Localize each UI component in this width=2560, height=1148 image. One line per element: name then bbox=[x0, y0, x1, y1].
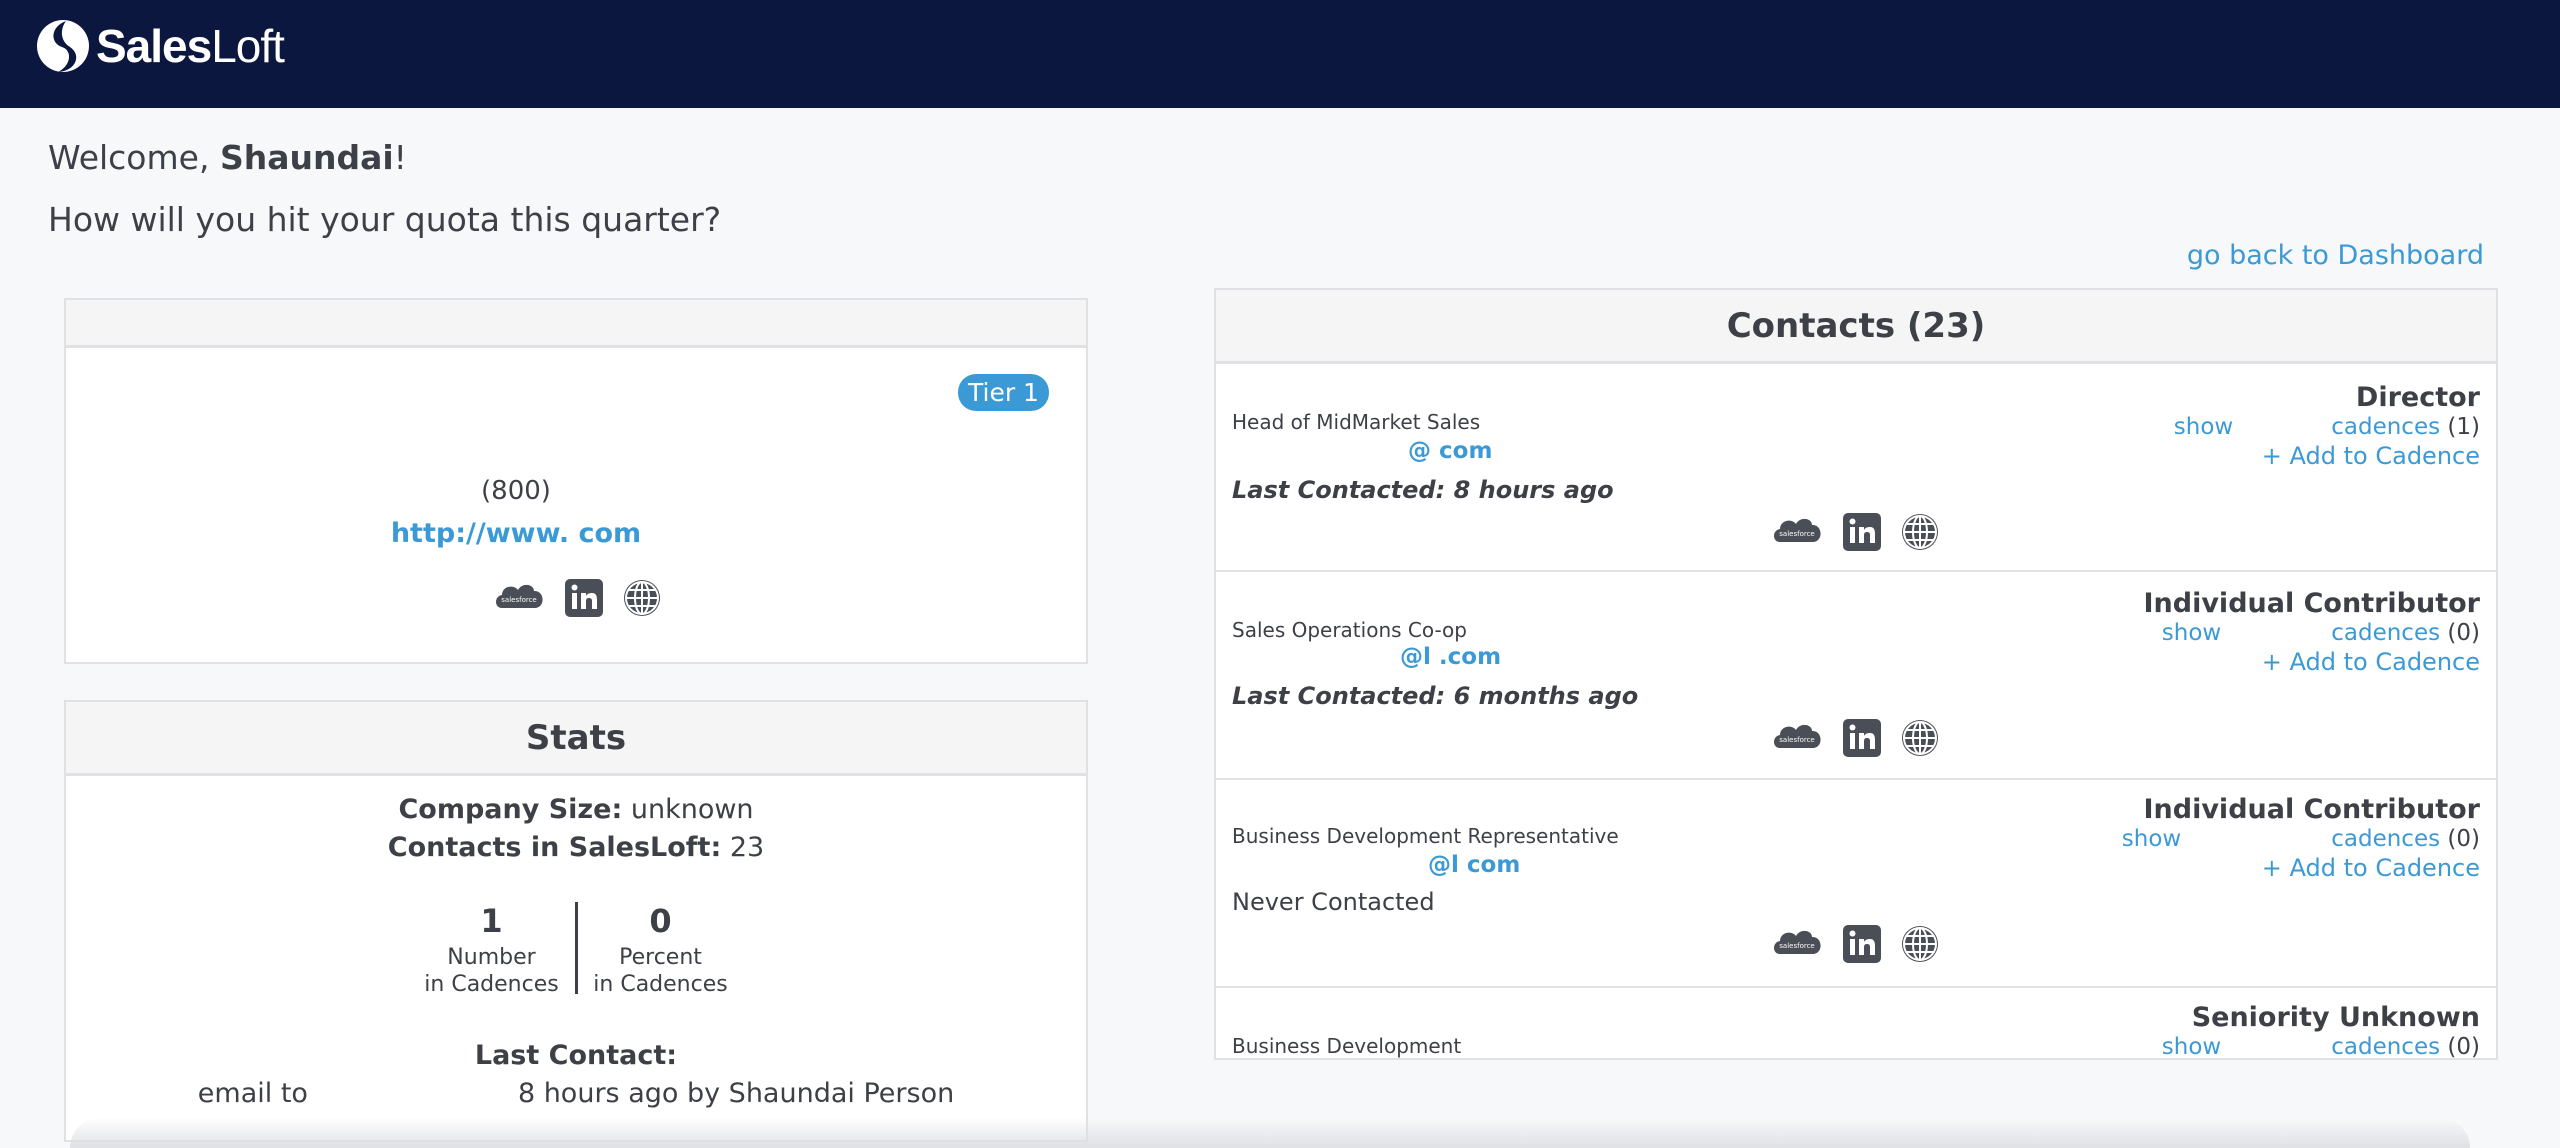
company-size-row: Company Size: unknown bbox=[398, 794, 754, 825]
globe-icon[interactable] bbox=[620, 576, 664, 620]
add-to-cadence-link[interactable]: + Add to Cadence bbox=[2262, 442, 2480, 470]
account-panel: Tier 1 (800) http://www. com salesforce bbox=[64, 298, 1088, 664]
contact-seniority: Individual Contributor bbox=[2143, 588, 2480, 619]
contact-seniority: Individual Contributor bbox=[2143, 794, 2480, 825]
contact-job-title: Head of MidMarket Sales bbox=[1232, 410, 1481, 434]
contact-cadences: show cadences (1) bbox=[2173, 414, 2480, 440]
stats-panel: Stats Company Size: unknown Contacts in … bbox=[64, 700, 1088, 1142]
contact-row: Sales Operations Co-op @l .com Last Cont… bbox=[1216, 574, 2496, 780]
show-cadences-link[interactable]: show bbox=[2162, 620, 2221, 646]
tier-badge: Tier 1 bbox=[958, 374, 1049, 411]
show-cadences-link[interactable]: show bbox=[2162, 1034, 2221, 1058]
svg-text:salesforce: salesforce bbox=[1779, 736, 1814, 744]
globe-icon[interactable] bbox=[1898, 716, 1942, 760]
contact-seniority: Seniority Unknown bbox=[2191, 1002, 2480, 1033]
contact-cadences: show cadences (0) bbox=[2161, 620, 2480, 646]
account-phone: (800) bbox=[481, 476, 551, 506]
svg-text:salesforce: salesforce bbox=[1779, 530, 1814, 538]
account-panel-header bbox=[66, 300, 1086, 348]
svg-text:salesforce: salesforce bbox=[1779, 942, 1814, 950]
user-name: Shaundai bbox=[219, 138, 394, 177]
number-in-cadences: 1 Number in Cadences bbox=[424, 902, 559, 997]
salesforce-icon[interactable]: salesforce bbox=[1770, 510, 1826, 554]
contact-seniority: Director bbox=[2355, 382, 2480, 413]
linkedin-icon[interactable] bbox=[562, 576, 606, 620]
top-nav-bar: SalesLoft bbox=[0, 0, 2560, 108]
contact-social-icons: salesforce bbox=[1216, 510, 2496, 554]
contact-last-contacted: Last Contacted: 8 hours ago bbox=[1232, 476, 1614, 504]
quota-question: How will you hit your quota this quarter… bbox=[48, 200, 722, 239]
svg-text:salesforce: salesforce bbox=[501, 596, 536, 604]
salesloft-logo-icon bbox=[37, 20, 89, 72]
back-to-dashboard-link[interactable]: go back to Dashboard bbox=[2187, 240, 2484, 271]
globe-icon[interactable] bbox=[1898, 510, 1942, 554]
contact-job-title: Business Development Representative bbox=[1232, 824, 1619, 848]
contact-job-title: Sales Operations Co-op bbox=[1232, 618, 1467, 642]
contact-job-title: Business Development bbox=[1232, 1034, 1462, 1058]
contact-row: Head of MidMarket Sales @ com Last Conta… bbox=[1216, 366, 2496, 572]
contact-email-link[interactable]: @l .com bbox=[1400, 644, 1501, 670]
contact-social-icons: salesforce bbox=[1216, 922, 2496, 966]
contact-cadences: show cadences (0) bbox=[2161, 1034, 2480, 1060]
contact-last-contacted: Last Contacted: 6 months ago bbox=[1232, 682, 1639, 710]
contact-email-link[interactable]: @l com bbox=[1428, 852, 1520, 878]
contacts-panel-title: Contacts (23) bbox=[1216, 290, 2496, 364]
salesforce-icon[interactable]: salesforce bbox=[492, 576, 548, 620]
contacts-panel: Contacts (23) Head of MidMarket Sales @ … bbox=[1214, 288, 2498, 1060]
bottom-shadow bbox=[70, 1118, 2470, 1148]
account-website-link[interactable]: http://www. com bbox=[66, 518, 966, 549]
show-cadences-link[interactable]: show bbox=[2174, 414, 2233, 440]
percent-in-cadences: 0 Percent in Cadences bbox=[593, 902, 728, 997]
cadences-link[interactable]: cadences bbox=[2331, 414, 2440, 440]
cadences-link[interactable]: cadences bbox=[2331, 1034, 2440, 1058]
contact-cadences: show cadences (0) bbox=[2121, 826, 2480, 852]
contact-row: Business Development Seniority Unknown s… bbox=[1216, 990, 2496, 1060]
add-to-cadence-link[interactable]: + Add to Cadence bbox=[2262, 854, 2480, 882]
stats-panel-title: Stats bbox=[66, 702, 1086, 776]
account-social-icons: salesforce bbox=[66, 576, 1090, 620]
contact-last-contacted: Never Contacted bbox=[1232, 888, 1435, 916]
linkedin-icon[interactable] bbox=[1840, 510, 1884, 554]
salesloft-wordmark: SalesLoft bbox=[96, 20, 285, 72]
linkedin-icon[interactable] bbox=[1840, 716, 1884, 760]
globe-icon[interactable] bbox=[1898, 922, 1942, 966]
contacts-in-salesloft-row: Contacts in SalesLoft: 23 bbox=[387, 832, 765, 863]
show-cadences-link[interactable]: show bbox=[2122, 826, 2181, 852]
contact-email-link[interactable]: @ com bbox=[1408, 438, 1492, 464]
cadences-link[interactable]: cadences bbox=[2331, 620, 2440, 646]
linkedin-icon[interactable] bbox=[1840, 922, 1884, 966]
add-to-cadence-link[interactable]: + Add to Cadence bbox=[2262, 648, 2480, 676]
salesloft-logo[interactable]: SalesLoft bbox=[36, 14, 285, 78]
contact-row: Business Development Representative @l c… bbox=[1216, 782, 2496, 988]
cadences-link[interactable]: cadences bbox=[2331, 826, 2440, 852]
welcome-message: Welcome, Shaundai! bbox=[48, 138, 407, 177]
salesforce-icon[interactable]: salesforce bbox=[1770, 922, 1826, 966]
last-contact-label: Last Contact: bbox=[474, 1040, 678, 1071]
last-contact-detail: email to 8 hours ago by Shaundai Person bbox=[197, 1078, 955, 1109]
salesforce-icon[interactable]: salesforce bbox=[1770, 716, 1826, 760]
contact-social-icons: salesforce bbox=[1216, 716, 2496, 760]
stats-divider bbox=[574, 902, 578, 994]
cadence-stats: 1 Number in Cadences 0 Percent in Cadenc… bbox=[66, 902, 1086, 998]
